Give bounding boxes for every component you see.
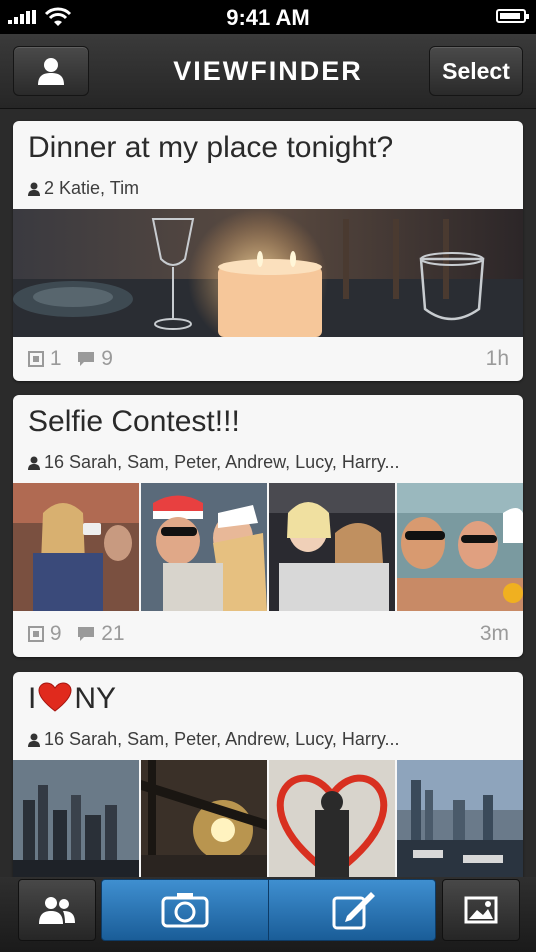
bottom-toolbar (0, 877, 536, 952)
conversation-age: 3m (479, 622, 509, 645)
compose-button[interactable] (268, 879, 436, 941)
contacts-button[interactable] (18, 879, 96, 941)
photo-strip[interactable] (13, 760, 523, 888)
photo-strip[interactable] (13, 209, 523, 337)
participant-names: Sarah, Sam, Peter, Andrew, Lucy, Harry..… (69, 452, 400, 472)
photo-count-icon (28, 351, 44, 367)
bridge-sunset-photo[interactable] (141, 760, 267, 888)
title-suffix: NY (74, 682, 117, 715)
comment-icon (78, 352, 95, 366)
participant-names: Sarah, Sam, Peter, Andrew, Lucy, Harry..… (69, 729, 400, 749)
conversation-title: I NY (28, 682, 116, 716)
harbor-photo[interactable] (397, 760, 523, 888)
heart-icon (38, 682, 72, 712)
conversation-stats: 1 9 (28, 347, 113, 371)
navigation-bar: VIEWFINDER Select (0, 34, 536, 109)
selfie-photo-1[interactable] (13, 483, 139, 611)
select-button[interactable]: Select (429, 46, 523, 96)
status-time: 9:41 AM (226, 5, 310, 30)
camera-button[interactable] (101, 879, 269, 941)
library-button[interactable] (442, 879, 520, 941)
person-icon (28, 182, 40, 196)
compose-icon (332, 892, 375, 930)
photo-library-icon (464, 896, 498, 924)
photo-strip[interactable] (13, 483, 523, 611)
conversation-age: 1h (485, 347, 509, 370)
comment-count: 21 (101, 622, 125, 645)
dinner-candle-photo[interactable] (13, 209, 523, 337)
selfie-photo-4[interactable] (397, 483, 523, 611)
selfie-photo-3[interactable] (269, 483, 395, 611)
selfie-photo-2[interactable] (141, 483, 267, 611)
photo-count: 1 (49, 347, 62, 370)
participant-count: 16 (44, 729, 65, 749)
person-icon (28, 456, 40, 470)
participants: 16 Sarah, Sam, Peter, Andrew, Lucy, Harr… (28, 452, 400, 473)
participant-count: 2 (44, 178, 55, 198)
nyc-photo-strip (13, 760, 523, 888)
photo-count: 9 (49, 622, 62, 645)
comment-icon (78, 627, 95, 641)
status-bar: 9:41 AM (0, 0, 536, 34)
conversation-feed[interactable]: Dinner at my place tonight? 2 Katie, Tim (0, 108, 536, 952)
conversation-stats: 9 21 (28, 622, 125, 646)
participants: 2 Katie, Tim (28, 178, 139, 199)
comment-count: 9 (101, 347, 113, 370)
participant-names: Katie, Tim (59, 178, 140, 198)
camera-icon (161, 893, 209, 928)
selfie-photo-strip (13, 483, 523, 611)
nyc-skyline-photo[interactable] (13, 760, 139, 888)
conversation-title: Dinner at my place tonight? (28, 131, 394, 164)
participants: 16 Sarah, Sam, Peter, Andrew, Lucy, Harr… (28, 729, 400, 750)
conversation-card[interactable]: Dinner at my place tonight? 2 Katie, Tim (13, 121, 523, 381)
title-prefix: I (28, 682, 37, 715)
battery-icon (496, 9, 529, 23)
photo-count-icon (28, 626, 44, 642)
contacts-icon (39, 897, 75, 924)
person-icon (28, 733, 40, 747)
conversation-title: Selfie Contest!!! (28, 405, 240, 438)
conversation-card[interactable]: Selfie Contest!!! 16 Sarah, Sam, Peter, … (13, 395, 523, 657)
participant-count: 16 (44, 452, 65, 472)
heart-graffiti-photo[interactable] (269, 760, 395, 888)
